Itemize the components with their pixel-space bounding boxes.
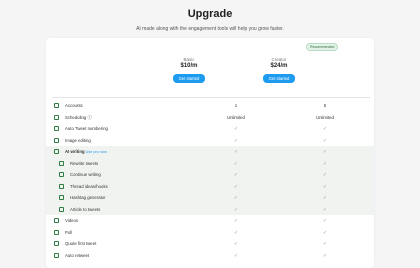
feature-label-text: Continue writing bbox=[70, 172, 101, 177]
sparkle-icon bbox=[54, 149, 59, 154]
feature-label-text: Auto retweet bbox=[65, 252, 90, 258]
feature-value-creator: ✓ bbox=[322, 183, 328, 190]
feature-row: Poll ✓ ✓ bbox=[46, 227, 374, 239]
feature-row: Auto retweet ✓ ✓ bbox=[46, 250, 374, 262]
article-icon bbox=[59, 206, 64, 212]
get-started-button[interactable]: Get started bbox=[263, 74, 295, 83]
feature-value-creator: ✓ bbox=[322, 241, 328, 247]
feature-value-creator: ✓ bbox=[322, 149, 328, 155]
feature-row: Thread ideas/hooks ✓ ✓ bbox=[46, 180, 374, 192]
feature-row: Hashtag generator ✓ ✓ bbox=[46, 192, 374, 204]
feature-label-text: AI writing bbox=[65, 149, 85, 154]
feature-row: Accounts 1 5 bbox=[46, 100, 374, 112]
feature-label: Hashtag generator bbox=[70, 195, 106, 200]
feature-value-basic: ✓ bbox=[233, 229, 239, 236]
users-icon bbox=[54, 103, 59, 108]
feature-label: Auto retweet bbox=[65, 253, 89, 258]
feature-value-creator: ✓ bbox=[322, 252, 328, 259]
feature-label-text: Image editing bbox=[65, 137, 91, 143]
feature-label: Scheduling ⓘ bbox=[65, 115, 92, 121]
header-divider bbox=[52, 97, 370, 98]
feature-label: Poll bbox=[65, 230, 72, 235]
feature-label-text: Accounts bbox=[65, 103, 83, 108]
feature-label: Thread ideas/hooks bbox=[70, 184, 108, 189]
feature-row: Scheduling ⓘ Unlimited Unlimited bbox=[46, 112, 374, 124]
feature-label: Rewrite tweets bbox=[70, 161, 98, 166]
feature-value-creator: ✓ bbox=[322, 160, 328, 167]
feature-label: Accounts bbox=[65, 103, 83, 108]
feature-row: Auto Tweet numbering ✓ ✓ bbox=[46, 123, 374, 135]
feature-value-basic: ✓ bbox=[233, 160, 239, 167]
feature-label: Continue writing bbox=[70, 172, 101, 177]
page-subtitle: AI made along with the engagement tools … bbox=[136, 26, 284, 32]
feature-label: Article to tweets bbox=[70, 207, 100, 212]
feature-label-text: Scheduling ⓘ bbox=[65, 114, 92, 120]
feature-row: Article to tweets ✓ ✓ bbox=[46, 203, 374, 215]
feature-row: Image editing ✓ ✓ bbox=[46, 135, 374, 147]
feature-label-text: Videos bbox=[65, 218, 79, 223]
quote-icon bbox=[54, 241, 59, 246]
thread-icon bbox=[59, 183, 64, 189]
feature-value-basic: ✓ bbox=[233, 126, 239, 132]
video-icon bbox=[54, 218, 59, 223]
feature-label-text: Auto Tweet numbering bbox=[65, 126, 108, 131]
feature-value-creator: ✓ bbox=[322, 229, 328, 236]
feature-value-basic: ✓ bbox=[233, 241, 239, 247]
feature-value-basic: ✓ bbox=[233, 252, 239, 259]
feature-label: Videos bbox=[65, 218, 78, 223]
rewrite-icon bbox=[59, 160, 64, 166]
feature-value-basic: 1 bbox=[234, 103, 238, 108]
retweet-icon bbox=[54, 252, 59, 258]
feature-label-text: Quote first tweet bbox=[65, 241, 97, 246]
feature-value-basic: ✓ bbox=[233, 137, 239, 144]
list-number-icon bbox=[54, 126, 59, 131]
feature-label: Auto Tweet numbering bbox=[65, 126, 108, 131]
feature-label-text: Thread ideas/hooks bbox=[70, 183, 108, 189]
feature-label-text: Rewrite tweets bbox=[70, 160, 99, 166]
feature-label: Image editing bbox=[65, 138, 91, 143]
feature-value-basic: ✓ bbox=[233, 172, 239, 178]
feature-label-text: Hashtag generator bbox=[70, 195, 106, 200]
plan-price: $24/m bbox=[270, 63, 288, 69]
feature-label-text: Poll bbox=[65, 229, 73, 235]
feature-value-basic: ✓ bbox=[233, 195, 239, 201]
feature-row: AI writingUse pro now ✓ ✓ bbox=[46, 146, 374, 158]
feature-value-creator: ✓ bbox=[322, 126, 328, 132]
upgrade-tag-link[interactable]: Use pro now bbox=[86, 150, 107, 154]
feature-value-creator: Unlimited bbox=[316, 114, 334, 120]
feature-value-basic: ✓ bbox=[233, 218, 239, 224]
feature-value-basic: ✓ bbox=[233, 206, 239, 213]
feature-row: Videos ✓ ✓ bbox=[46, 215, 374, 227]
recommended-badge: Recommended bbox=[306, 43, 339, 51]
feature-row: Quote first tweet ✓ ✓ bbox=[46, 238, 374, 250]
plan-name: Basic bbox=[183, 57, 195, 62]
image-icon bbox=[54, 137, 59, 143]
page-title: Upgrade bbox=[187, 8, 233, 20]
feature-value-basic: ✓ bbox=[233, 183, 239, 190]
feature-value-basic: ✓ bbox=[233, 149, 239, 155]
feature-value-creator: ✓ bbox=[322, 206, 328, 213]
feature-row: Rewrite tweets ✓ ✓ bbox=[46, 157, 374, 169]
poll-icon bbox=[54, 229, 59, 235]
feature-value-creator: ✓ bbox=[322, 218, 328, 224]
feature-label: AI writingUse pro now bbox=[65, 149, 107, 154]
plan-name: Creator bbox=[271, 57, 287, 62]
feature-value-creator: 5 bbox=[323, 103, 327, 108]
pen-icon bbox=[59, 172, 64, 177]
feature-value-basic: Unlimited bbox=[227, 114, 245, 120]
feature-label: Quote first tweet bbox=[65, 241, 96, 246]
calendar-icon bbox=[54, 114, 59, 120]
feature-value-creator: ✓ bbox=[322, 172, 328, 178]
feature-row: Continue writing ✓ ✓ bbox=[46, 169, 374, 181]
plan-price: $10/m bbox=[180, 63, 198, 69]
feature-value-creator: ✓ bbox=[322, 137, 328, 144]
hashtag-icon bbox=[59, 195, 64, 200]
get-started-button[interactable]: Get started bbox=[173, 74, 205, 83]
feature-value-creator: ✓ bbox=[322, 195, 328, 201]
feature-label-text: Article to tweets bbox=[70, 206, 101, 212]
